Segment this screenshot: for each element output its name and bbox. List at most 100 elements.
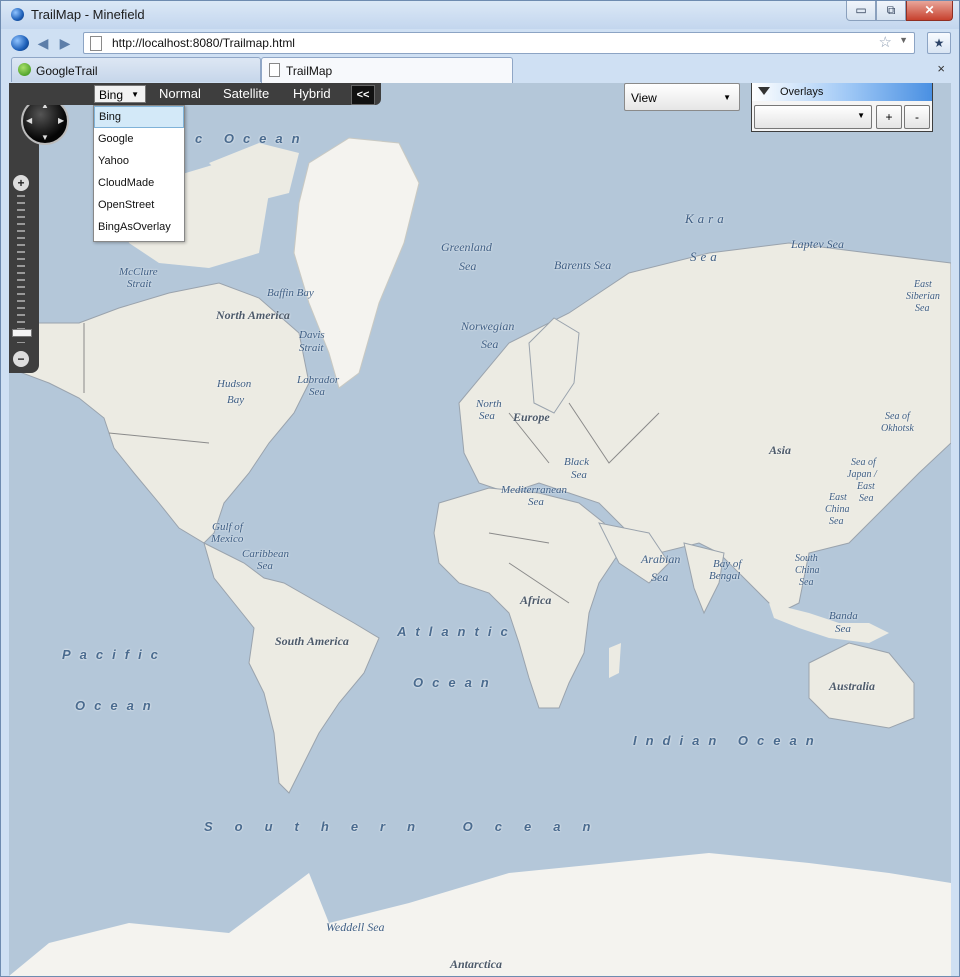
tab-trailmap[interactable]: TrailMap bbox=[261, 57, 513, 84]
page-icon bbox=[269, 63, 280, 77]
map-label-norwegian-sea: Norwegian bbox=[461, 319, 515, 333]
maptype-hybrid[interactable]: Hybrid bbox=[293, 86, 331, 101]
view-select[interactable]: View ▼ bbox=[624, 83, 740, 111]
map-label-east-china-sea: East bbox=[829, 492, 847, 503]
chevron-down-icon: ▼ bbox=[131, 90, 139, 99]
map-label-africa: Africa bbox=[520, 593, 552, 607]
window-controls: ▭ ⧉ ✕ bbox=[846, 1, 953, 21]
map-label-north-sea: Sea bbox=[479, 410, 495, 422]
map-label-banda-sea: Sea bbox=[835, 623, 851, 635]
star-icon[interactable]: ☆ bbox=[879, 33, 892, 51]
overlays-title: Overlays bbox=[780, 86, 824, 98]
map-label-southern-ocean: Southern Ocean bbox=[204, 819, 613, 834]
map-label-north-america: North America bbox=[216, 308, 290, 322]
page-icon bbox=[90, 36, 102, 51]
map-label-labrador-sea: Labrador bbox=[297, 374, 340, 386]
map-label-norwegian-sea: Sea bbox=[481, 337, 499, 351]
firefox-globe-icon bbox=[11, 8, 24, 21]
forward-arrow-icon[interactable]: ▶ bbox=[57, 35, 73, 51]
map-label-east-china-sea: Sea bbox=[829, 516, 844, 527]
map-label-arctic-ocean: c Ocean bbox=[195, 131, 309, 146]
map-label-europe: Europe bbox=[513, 410, 550, 424]
navigation-bar: ◀ ▶ http://localhost:8080/Trailmap.html … bbox=[1, 29, 959, 57]
map-label-caribbean-sea: Sea bbox=[257, 560, 273, 572]
overlay-select[interactable]: ▼ bbox=[754, 105, 872, 129]
zoom-slider-track[interactable] bbox=[17, 195, 25, 343]
map-label-sea-of-okhotsk: Okhotsk bbox=[881, 423, 914, 434]
bookmarks-menu-button[interactable]: ★ bbox=[927, 32, 951, 54]
add-overlay-button[interactable]: + bbox=[876, 105, 902, 129]
overlays-header[interactable]: Overlays bbox=[752, 83, 932, 101]
map-toolbar: Bing ▼ Normal Satellite Hybrid << bbox=[9, 83, 381, 105]
map-label-sea-of-japan: East bbox=[857, 481, 875, 492]
map-label-labrador-sea: Sea bbox=[309, 386, 325, 398]
map-label-arabian-sea: Arabian bbox=[641, 552, 681, 566]
chevron-down-icon[interactable]: ▼ bbox=[899, 35, 908, 45]
map-label-australia: Australia bbox=[829, 679, 876, 693]
map-label-north-sea: North bbox=[476, 398, 502, 410]
maximize-button[interactable]: ⧉ bbox=[876, 1, 906, 21]
chevron-down-icon: ▼ bbox=[723, 93, 731, 102]
map-label-kara-sea: Kara bbox=[685, 211, 728, 226]
map-label-arabian-sea: Sea bbox=[651, 570, 669, 584]
title-bar: TrailMap - Minefield ▭ ⧉ ✕ bbox=[1, 1, 959, 29]
overlays-panel: Overlays ▼ + - bbox=[751, 83, 933, 132]
provider-option-cloudmade[interactable]: CloudMade bbox=[94, 172, 184, 194]
pan-down-icon[interactable]: ▼ bbox=[41, 133, 49, 142]
zoom-slider-thumb[interactable] bbox=[12, 329, 32, 337]
collapse-triangle-icon[interactable] bbox=[758, 87, 770, 95]
map-label-antarctica: Antarctica bbox=[450, 957, 503, 971]
collapse-toolbar-button[interactable]: << bbox=[351, 85, 375, 105]
map-label-banda-sea: Banda bbox=[829, 610, 858, 622]
map-label-east-china-sea: China bbox=[825, 504, 850, 515]
close-window-button[interactable]: ✕ bbox=[906, 1, 953, 21]
map-label-weddell-sea: Weddell Sea bbox=[326, 920, 385, 934]
map-label-sea-of-okhotsk: Sea of bbox=[885, 411, 910, 422]
map-label-laptev-sea: Laptev Sea bbox=[791, 237, 844, 251]
tab-bar: GoogleTrail TrailMap × bbox=[1, 57, 959, 84]
map-label-gulf-of-mexico: Mexico bbox=[211, 533, 244, 545]
chevron-down-icon: ▼ bbox=[857, 111, 865, 120]
googletrail-icon bbox=[18, 63, 31, 76]
minimize-button[interactable]: ▭ bbox=[846, 1, 876, 21]
provider-option-bingasoverlay[interactable]: BingAsOverlay bbox=[94, 216, 184, 238]
maptype-normal[interactable]: Normal bbox=[159, 86, 201, 101]
map-label-sea-of-japan: Sea of bbox=[851, 457, 876, 468]
map-label-hudson-bay: Hudson bbox=[217, 378, 252, 390]
address-bar[interactable]: http://localhost:8080/Trailmap.html ☆ ▼ bbox=[83, 32, 915, 54]
map-viewport[interactable]: c Ocean Kara Sea Laptev Sea Greenland Se… bbox=[9, 83, 951, 976]
tab-googletrail[interactable]: GoogleTrail bbox=[11, 57, 261, 82]
zoom-out-icon[interactable]: − bbox=[13, 351, 29, 367]
provider-option-google[interactable]: Google bbox=[94, 128, 184, 150]
map-label-south-china-sea: Sea bbox=[799, 577, 814, 588]
home-globe-icon[interactable] bbox=[11, 35, 29, 51]
remove-overlay-button[interactable]: - bbox=[904, 105, 930, 129]
provider-select[interactable]: Bing ▼ bbox=[94, 85, 146, 103]
map-label-east-siberian-sea: Siberian bbox=[906, 291, 940, 302]
map-label-kara-sea: Sea bbox=[690, 249, 721, 264]
map-label-bay-of-bengal: Bengal bbox=[709, 570, 741, 582]
provider-option-openstreet[interactable]: OpenStreet bbox=[94, 194, 184, 216]
map-label-pacific-ocean: Ocean bbox=[75, 698, 160, 713]
map-label-gulf-of-mexico: Gulf of bbox=[212, 521, 243, 533]
maptype-satellite[interactable]: Satellite bbox=[223, 86, 269, 101]
pan-right-icon[interactable]: ▶ bbox=[58, 116, 64, 125]
url-text[interactable]: http://localhost:8080/Trailmap.html bbox=[112, 36, 295, 50]
browser-window: TrailMap - Minefield ▭ ⧉ ✕ ◀ ▶ http://lo… bbox=[0, 0, 960, 977]
provider-select-value: Bing bbox=[99, 88, 124, 102]
map-label-asia: Asia bbox=[769, 443, 792, 457]
tab-label: TrailMap bbox=[286, 64, 333, 78]
map-label-mediterranean-sea: Mediterranean bbox=[501, 484, 567, 496]
map-label-barents-sea: Barents Sea bbox=[554, 258, 612, 272]
provider-option-bing[interactable]: Bing bbox=[94, 106, 184, 128]
back-arrow-icon[interactable]: ◀ bbox=[35, 35, 51, 51]
pan-left-icon[interactable]: ◀ bbox=[26, 116, 32, 125]
map-label-atlantic: Atlantic bbox=[397, 624, 517, 639]
provider-option-yahoo[interactable]: Yahoo bbox=[94, 150, 184, 172]
map-label-baffin-bay: Baffin Bay bbox=[267, 287, 314, 299]
zoom-in-icon[interactable]: + bbox=[13, 175, 29, 191]
view-select-value: View bbox=[631, 91, 657, 105]
provider-dropdown-list: Bing Google Yahoo CloudMade OpenStreet B… bbox=[93, 105, 185, 242]
close-tab-button[interactable]: × bbox=[937, 61, 945, 76]
map-label-sea-of-japan: Japan / bbox=[847, 469, 877, 480]
